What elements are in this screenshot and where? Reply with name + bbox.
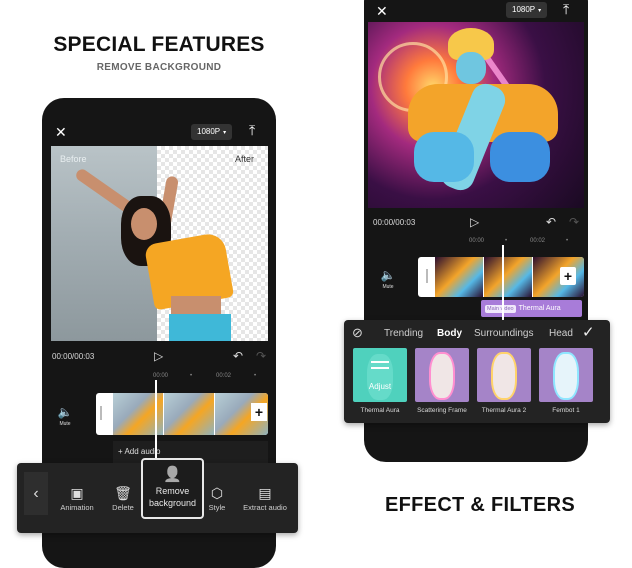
ruler-tick: 00:02 (216, 373, 232, 379)
ruler-tick: • (190, 373, 193, 379)
play-icon[interactable]: ▷ (470, 215, 479, 229)
figure-thumbnail (555, 354, 577, 398)
figure-leg (414, 132, 474, 182)
tool-label: Delete (112, 503, 134, 512)
caret-down-icon: ▾ (538, 8, 542, 14)
resolution-dropdown[interactable]: 1080P ▾ (191, 124, 233, 140)
trash-icon: 🗑 (114, 485, 132, 501)
mute-button[interactable]: 🔈 Mute (379, 268, 397, 290)
clip-thumbnail (484, 257, 532, 297)
time-readout: 00:00/00:03 (52, 352, 95, 361)
extract-audio-icon: ▤ (258, 485, 272, 501)
effect-name-label: Thermal Aura 2 (481, 407, 527, 414)
figure-thumbnail (493, 354, 515, 398)
sliders-icon (371, 361, 389, 363)
trim-handle[interactable] (100, 406, 102, 420)
resolution-dropdown[interactable]: 1080P ▾ (506, 2, 548, 18)
export-icon[interactable]: ⤒ (249, 122, 255, 139)
undo-icon[interactable]: ↶ (233, 349, 243, 363)
tool-animation[interactable]: ▣ Animation (55, 483, 99, 512)
playhead[interactable] (155, 380, 157, 460)
animation-icon: ▣ (70, 485, 84, 501)
person-remove-icon: 👤 (163, 466, 182, 483)
clip-thumbnail (164, 393, 214, 435)
effect-card-thermal-aura[interactable]: Adjust (353, 348, 407, 402)
tool-label: Extract audio (243, 503, 287, 512)
tool-delete[interactable]: 🗑 Delete (107, 483, 139, 512)
mute-button[interactable]: 🔈 Mute (56, 405, 74, 427)
redo-icon[interactable]: ↷ (569, 215, 579, 229)
ruler-tick: 00:00 (153, 373, 169, 379)
main-video-badge: Main video (485, 305, 516, 313)
speaker-icon: 🔈 (380, 268, 396, 282)
section-title-effect-filters: EFFECT & FILTERS (385, 494, 575, 516)
clip-thumbnail (435, 257, 483, 297)
effect-track-tag[interactable]: Main video Thermal Aura (481, 300, 582, 317)
tool-label: Style (208, 503, 226, 512)
speaker-icon: 🔈 (57, 405, 73, 419)
add-clip-button[interactable]: + (251, 403, 267, 421)
close-icon[interactable]: ✕ (55, 124, 67, 141)
export-icon[interactable]: ⤒ (563, 1, 569, 18)
ruler-tick: • (254, 373, 257, 379)
before-label: Before (60, 154, 87, 164)
ruler-tick: 00:00 (469, 238, 485, 244)
no-effect-icon[interactable]: ⊘ (352, 325, 363, 341)
figure-jeans (169, 314, 231, 341)
redo-icon[interactable]: ↷ (256, 349, 266, 363)
tab-trending[interactable]: Trending (384, 328, 423, 339)
effect-name-label: Fembot 1 (552, 407, 580, 414)
back-button[interactable]: ‹ (24, 472, 48, 515)
tab-surroundings[interactable]: Surroundings (474, 328, 533, 339)
mute-label: Mute (382, 284, 394, 290)
figure-leg (490, 132, 550, 182)
playhead[interactable] (502, 245, 504, 320)
mute-label: Mute (59, 421, 71, 427)
video-track[interactable]: + (96, 393, 268, 435)
ruler-tick: • (505, 238, 508, 244)
tool-remove-background[interactable]: 👤 Remove background (141, 458, 204, 519)
time-readout: 00:00/00:03 (373, 218, 416, 227)
video-track[interactable]: + (418, 257, 584, 297)
close-icon[interactable]: ✕ (376, 3, 388, 20)
tab-body[interactable]: Body (437, 328, 462, 339)
tool-style[interactable]: ⬡ Style (203, 483, 231, 512)
effect-card-fembot-1[interactable] (539, 348, 593, 402)
clip-thumbnail (533, 257, 584, 297)
tool-label-line1: Remove (155, 486, 190, 496)
resolution-label: 1080P (197, 127, 221, 136)
play-icon[interactable]: ▷ (154, 349, 163, 363)
effects-panel: ⊘ Trending Body Surroundings Head ✓ Adju… (344, 320, 610, 423)
undo-icon[interactable]: ↶ (546, 215, 556, 229)
tool-label-line2: background (148, 498, 197, 508)
figure-thumbnail (431, 354, 453, 398)
sliders-icon (371, 367, 389, 369)
preview-effect (368, 22, 584, 208)
confirm-icon[interactable]: ✓ (582, 323, 595, 341)
after-label: After (235, 154, 255, 164)
add-clip-button[interactable]: + (560, 267, 576, 285)
ruler-tick: 00:02 (530, 238, 546, 244)
tool-label: Animation (60, 503, 94, 512)
section-subtitle: REMOVE BACKGROUND (96, 62, 222, 73)
figure-face (131, 208, 157, 240)
effect-name-label: Thermal Aura (360, 407, 400, 414)
trim-handle[interactable] (426, 269, 428, 283)
tool-extract-audio[interactable]: ▤ Extract audio (239, 483, 291, 512)
resolution-label: 1080P (512, 5, 536, 14)
tab-head[interactable]: Head (549, 328, 573, 339)
section-title-special-features: SPECIAL FEATURES (53, 33, 265, 56)
effect-card-scattering-frame[interactable] (415, 348, 469, 402)
figure-face (456, 52, 486, 84)
effect-name-label: Scattering Frame (417, 407, 467, 414)
ruler-tick: • (566, 238, 569, 244)
effect-name: Thermal Aura (518, 305, 561, 312)
effect-card-thermal-aura-2[interactable] (477, 348, 531, 402)
caret-down-icon: ▾ (223, 130, 227, 136)
adjust-label: Adjust (368, 382, 392, 391)
cube-icon: ⬡ (210, 485, 224, 501)
preview-before-after: Before After (51, 146, 268, 341)
